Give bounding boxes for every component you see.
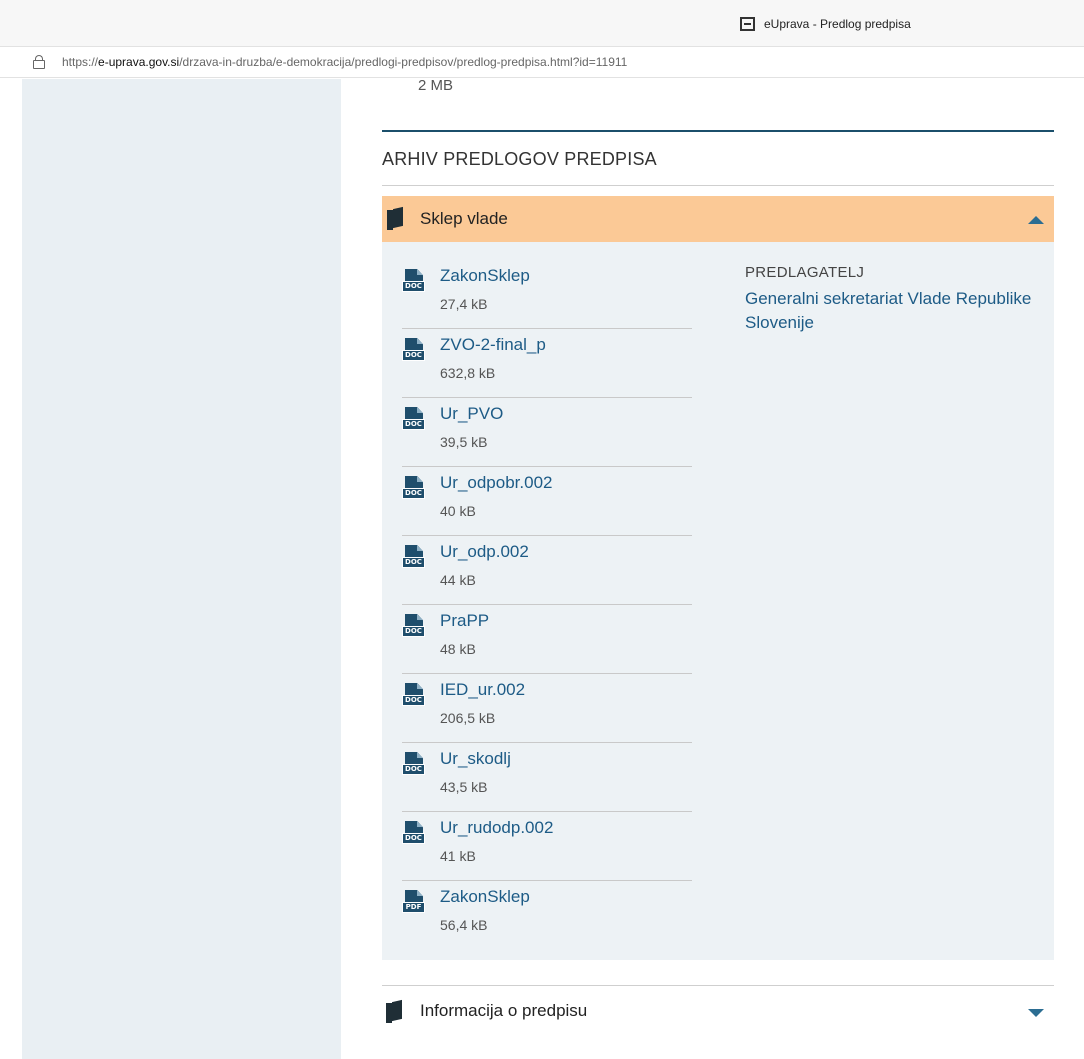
accordion-header-sklep-vlade[interactable]: Sklep vlade [382, 196, 1054, 242]
tab-title-text: eUprava - Predlog predpisa [764, 17, 911, 31]
file-size: 41 kB [440, 848, 476, 864]
chevron-down-icon[interactable] [1028, 1009, 1044, 1017]
file-type-tag: DOC [402, 281, 425, 292]
url-text[interactable]: https://e-uprava.gov.si/drzava-in-druzba… [62, 55, 627, 69]
site-favicon-icon [740, 17, 755, 31]
book-icon [387, 206, 403, 230]
file-type-tag: DOC [402, 626, 425, 637]
file-item: DOC ZakonSklep 27,4 kB [402, 260, 692, 329]
file-type-tag: DOC [402, 833, 425, 844]
doc-file-icon[interactable]: DOC [402, 338, 425, 364]
file-link[interactable]: IED_ur.002 [440, 680, 525, 700]
doc-file-icon[interactable]: DOC [402, 752, 425, 778]
previous-file-size: 2 MB [418, 77, 454, 94]
file-link[interactable]: ZVO-2-final_p [440, 335, 546, 355]
file-size: 40 kB [440, 503, 476, 519]
address-bar[interactable]: https://e-uprava.gov.si/drzava-in-druzba… [0, 46, 1084, 78]
file-link[interactable]: ZakonSklep [440, 887, 530, 907]
file-size: 43,5 kB [440, 779, 488, 795]
left-sidebar [22, 79, 341, 1059]
doc-file-icon[interactable]: DOC [402, 269, 425, 295]
url-host: e-uprava.gov.si [98, 55, 180, 69]
file-item: DOC Ur_skodlj 43,5 kB [402, 743, 692, 812]
proposer-block: PREDLAGATELJ Generalni sekretariat Vlade… [745, 264, 1035, 335]
file-item: DOC Ur_odpobr.002 40 kB [402, 467, 692, 536]
browser-tab[interactable]: eUprava - Predlog predpisa [740, 17, 911, 31]
accordion-header-informacija[interactable]: Informacija o predpisu [382, 986, 1054, 1040]
file-type-tag: DOC [402, 350, 425, 361]
accordion-panel-sklep-vlade: DOC ZakonSklep 27,4 kB DOC ZVO-2-final_p 632,… [382, 242, 1054, 960]
file-link[interactable]: Ur_rudodp.002 [440, 818, 553, 838]
proposer-label: PREDLAGATELJ [745, 264, 865, 281]
file-link[interactable]: PraPP [440, 611, 489, 631]
file-link[interactable]: ZakonSklep [440, 266, 530, 286]
file-size: 39,5 kB [440, 434, 488, 450]
file-item: DOC Ur_rudodp.002 41 kB [402, 812, 692, 881]
accordion-title: Informacija o predpisu [420, 1001, 588, 1020]
file-type-tag: PDF [402, 902, 425, 913]
file-link[interactable]: Ur_odpobr.002 [440, 473, 552, 493]
doc-file-icon[interactable]: DOC [402, 821, 425, 847]
url-scheme: https:// [62, 55, 99, 69]
accordion-title: Sklep vlade [420, 209, 508, 228]
file-type-tag: DOC [402, 488, 425, 499]
doc-file-icon[interactable]: DOC [402, 683, 425, 709]
doc-file-icon[interactable]: DOC [402, 614, 425, 640]
proposer-link[interactable]: Generalni sekretariat Vlade Republike Sl… [745, 287, 1035, 335]
file-type-tag: DOC [402, 695, 425, 706]
file-size: 206,5 kB [440, 710, 496, 726]
file-type-tag: DOC [402, 419, 425, 430]
file-item: DOC Ur_odp.002 44 kB [402, 536, 692, 605]
doc-file-icon[interactable]: DOC [402, 407, 425, 433]
pdf-file-icon[interactable]: PDF [402, 890, 425, 916]
file-size: 27,4 kB [440, 296, 488, 312]
file-size: 48 kB [440, 641, 476, 657]
file-item: DOC IED_ur.002 206,5 kB [402, 674, 692, 743]
doc-file-icon[interactable]: DOC [402, 545, 425, 571]
file-item: DOC PraPP 48 kB [402, 605, 692, 674]
lock-icon[interactable] [33, 55, 45, 69]
file-item: DOC Ur_PVO 39,5 kB [402, 398, 692, 467]
file-item: DOC ZVO-2-final_p 632,8 kB [402, 329, 692, 398]
section-divider [382, 130, 1054, 132]
file-item: PDF ZakonSklep 56,4 kB [402, 881, 692, 950]
page-body: 2 MB ARHIV PREDLOGOV PREDPISA Sklep vlad… [0, 77, 1084, 1059]
doc-file-icon[interactable]: DOC [402, 476, 425, 502]
browser-titlebar: eUprava - Predlog predpisa [0, 0, 1084, 46]
file-type-tag: DOC [402, 764, 425, 775]
book-icon [386, 999, 402, 1023]
url-path: /drzava-in-druzba/e-demokracija/predlogi… [179, 55, 628, 69]
file-type-tag: DOC [402, 557, 425, 568]
file-link[interactable]: Ur_skodlj [440, 749, 511, 769]
divider [382, 185, 1054, 186]
file-size: 632,8 kB [440, 365, 496, 381]
file-link[interactable]: Ur_odp.002 [440, 542, 529, 562]
section-title: ARHIV PREDLOGOV PREDPISA [382, 149, 657, 169]
file-size: 56,4 kB [440, 917, 488, 933]
main-content: 2 MB ARHIV PREDLOGOV PREDPISA Sklep vlad… [382, 77, 1054, 1059]
file-list: DOC ZakonSklep 27,4 kB DOC ZVO-2-final_p 632,… [402, 260, 692, 950]
file-link[interactable]: Ur_PVO [440, 404, 503, 424]
chevron-up-icon[interactable] [1028, 216, 1044, 224]
file-size: 44 kB [440, 572, 476, 588]
